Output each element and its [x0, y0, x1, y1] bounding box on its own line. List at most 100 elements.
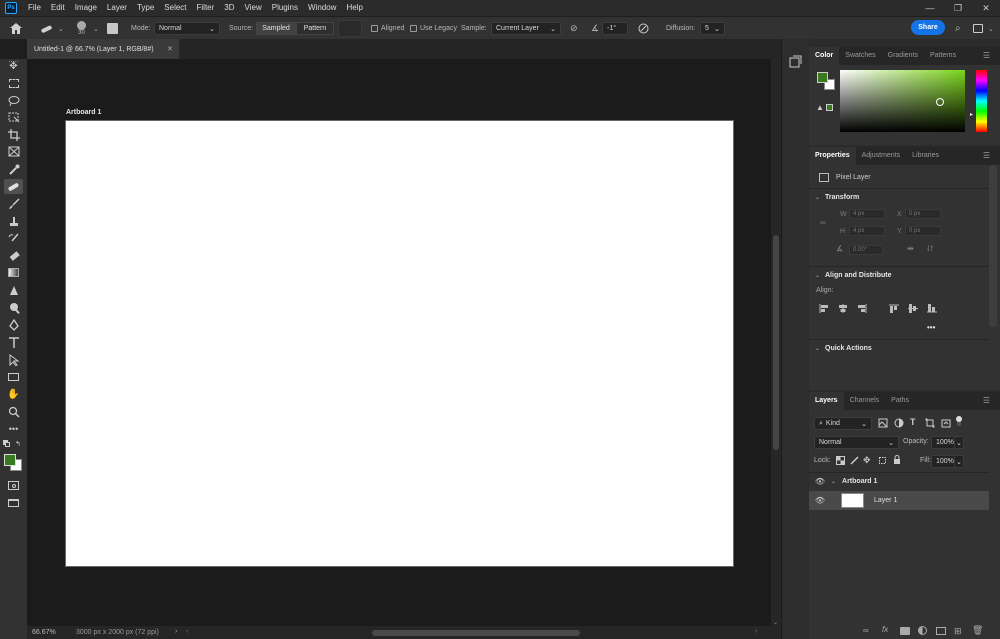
menu-plugins[interactable]: Plugins	[267, 0, 303, 16]
brush-size-picker[interactable]: 30	[77, 17, 86, 40]
search-icon[interactable]: ⌕	[955, 17, 961, 40]
gradient-tool-icon[interactable]	[4, 265, 23, 280]
restore-icon[interactable]: ❐	[944, 0, 972, 16]
tab-adjustments[interactable]: Adjustments	[856, 147, 907, 165]
delete-layer-icon[interactable]: 🗑	[972, 625, 983, 636]
lock-transparent-icon[interactable]	[836, 456, 845, 467]
vertical-scroll-thumb[interactable]	[773, 235, 779, 450]
layer-row-layer-1[interactable]: 👁 Layer 1	[809, 491, 989, 510]
visibility-eye-icon[interactable]: 👁	[809, 477, 831, 486]
menu-layer[interactable]: Layer	[102, 0, 132, 16]
artboard-label[interactable]: Artboard 1	[66, 109, 101, 116]
swap-colors-icon[interactable]: ↰	[15, 440, 21, 448]
color-picker-handle[interactable]	[936, 98, 944, 106]
menu-filter[interactable]: Filter	[192, 0, 220, 16]
link-icon[interactable]: ∞	[820, 218, 826, 227]
tab-patterns[interactable]: Patterns	[924, 47, 962, 65]
menu-select[interactable]: Select	[159, 0, 191, 16]
aligned-checkbox[interactable]: Aligned	[371, 17, 404, 40]
close-tab-icon[interactable]: ✕	[167, 45, 173, 53]
out-of-gamut-icon[interactable]: ▲	[816, 103, 824, 112]
scroll-left-icon[interactable]: ‹	[186, 628, 188, 635]
document-tab[interactable]: Untitled-1 @ 66.7% (Layer 1, RGB/8#) ✕	[27, 39, 179, 59]
horizontal-scroll-thumb[interactable]	[372, 630, 580, 636]
artboard-canvas[interactable]	[65, 120, 734, 567]
quick-mask-icon[interactable]	[4, 478, 23, 493]
artboard-layer-name[interactable]: Artboard 1	[842, 478, 877, 485]
align-top-icon[interactable]	[889, 304, 899, 315]
chevron-down-icon[interactable]: ⌄	[831, 478, 836, 485]
hand-tool-icon[interactable]: ✋	[4, 387, 23, 402]
document-info[interactable]: 3000 px x 2000 px (72 ppi)	[76, 629, 159, 636]
screen-mode-icon[interactable]	[4, 495, 23, 510]
source-sampled-button[interactable]: Sampled	[256, 22, 296, 35]
menu-type[interactable]: Type	[132, 0, 159, 16]
more-tools-icon[interactable]: •••	[4, 421, 23, 436]
default-colors-icon[interactable]	[3, 440, 11, 448]
frame-tool-icon[interactable]	[4, 144, 23, 159]
x-input[interactable]: 0 px	[905, 209, 941, 219]
ignore-adjustment-icon[interactable]: ⊘	[570, 17, 578, 40]
flip-horizontal-icon[interactable]: ⇹	[907, 244, 914, 253]
panel-menu-icon[interactable]: ☰	[977, 392, 996, 410]
brush-tool-icon[interactable]	[4, 196, 23, 211]
align-middle-vertical-icon[interactable]	[908, 304, 918, 315]
status-menu-icon[interactable]: ›	[175, 628, 177, 635]
height-input[interactable]: 4 px	[849, 226, 885, 236]
path-selection-tool-icon[interactable]	[4, 352, 23, 367]
layer-filter-kind-select[interactable]: ⌕ Kind ⌄	[814, 417, 872, 430]
chevron-down-icon[interactable]: ⌄	[58, 25, 64, 33]
chevron-down-icon[interactable]: ⌄	[815, 272, 820, 279]
align-left-icon[interactable]	[819, 304, 829, 315]
tab-color[interactable]: Color	[809, 47, 840, 65]
dodge-tool-icon[interactable]	[4, 300, 23, 315]
fill-dropdown-icon[interactable]: ⌄	[954, 455, 964, 468]
use-legacy-checkbox[interactable]: Use Legacy	[410, 17, 457, 40]
lock-image-pixels-icon[interactable]	[850, 456, 859, 467]
angle-input[interactable]: 0.00°	[849, 245, 883, 255]
share-button[interactable]: Share	[911, 20, 945, 35]
tab-layers[interactable]: Layers	[809, 392, 844, 410]
foreground-color-chip[interactable]	[817, 72, 828, 83]
flip-vertical-icon[interactable]: ⥯	[927, 244, 933, 254]
source-pattern-button[interactable]: Pattern	[296, 22, 334, 35]
blend-mode-select[interactable]: Normal ⌄	[814, 436, 899, 449]
menu-file[interactable]: File	[23, 0, 46, 16]
diffusion-select[interactable]: 5 ⌄	[700, 22, 725, 35]
tab-paths[interactable]: Paths	[885, 392, 915, 410]
new-group-icon[interactable]	[936, 627, 946, 635]
filter-type-icon[interactable]: T	[910, 417, 916, 427]
scroll-right-icon[interactable]: ›	[755, 628, 757, 635]
object-selection-tool-icon[interactable]	[4, 110, 23, 125]
angle-input[interactable]: -1°	[602, 22, 628, 35]
chevron-down-icon[interactable]: ⌄	[815, 194, 820, 201]
link-layers-icon[interactable]: ∞	[863, 626, 869, 635]
panel-menu-icon[interactable]: ☰	[977, 147, 996, 165]
workspace-icon[interactable]	[973, 17, 983, 40]
filter-smart-object-icon[interactable]	[941, 418, 951, 430]
eyedropper-tool-icon[interactable]	[4, 162, 23, 177]
hue-slider[interactable]	[976, 70, 987, 132]
eraser-tool-icon[interactable]	[4, 248, 23, 263]
align-bottom-icon[interactable]	[927, 304, 937, 315]
pen-tool-icon[interactable]	[4, 317, 23, 332]
scroll-down-icon[interactable]: ⌄	[773, 619, 778, 626]
menu-image[interactable]: Image	[70, 0, 102, 16]
align-right-icon[interactable]	[857, 304, 867, 315]
chevron-down-icon[interactable]: ⌄	[815, 345, 820, 352]
y-input[interactable]: 0 px	[905, 226, 941, 236]
tab-swatches[interactable]: Swatches	[839, 47, 881, 65]
layer-1-name[interactable]: Layer 1	[874, 497, 897, 504]
width-input[interactable]: 4 px	[849, 209, 885, 219]
lock-all-icon[interactable]	[893, 455, 901, 467]
quick-actions-section-title[interactable]: Quick Actions	[825, 345, 872, 352]
filter-pixel-icon[interactable]	[878, 418, 888, 430]
zoom-level[interactable]: 66.67%	[32, 629, 56, 636]
minimize-icon[interactable]: —	[916, 0, 944, 16]
visibility-eye-icon[interactable]: 👁	[809, 496, 831, 505]
history-brush-tool-icon[interactable]	[4, 231, 23, 246]
crop-tool-icon[interactable]	[4, 127, 23, 142]
pattern-picker[interactable]	[338, 20, 362, 37]
pressure-icon[interactable]	[638, 17, 649, 40]
add-mask-icon[interactable]	[900, 627, 910, 635]
